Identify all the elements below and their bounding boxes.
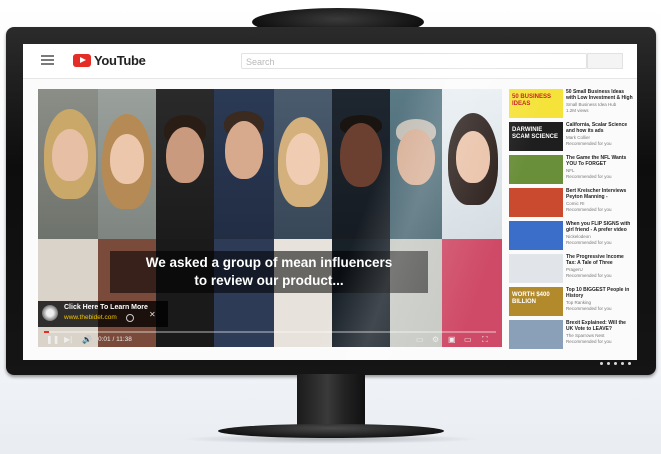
- video-meta: Recommended for you: [566, 141, 612, 146]
- video-channel: PragerU: [566, 267, 583, 272]
- ad-overlay-url[interactable]: www.thebidet.com: [64, 314, 117, 321]
- monitor-stand-base: [218, 424, 444, 438]
- search-button[interactable]: [587, 53, 623, 69]
- video-thumbnail[interactable]: WORTH $400 BILLION: [509, 287, 563, 316]
- logo-text: YouTube: [94, 53, 146, 68]
- hamburger-menu-icon[interactable]: [41, 55, 54, 65]
- recommended-video-item[interactable]: When you FLIP SIGNS with girl friend - A…: [509, 221, 633, 250]
- close-icon[interactable]: ✕: [149, 310, 156, 319]
- caption-line-2: to review our product...: [194, 273, 344, 288]
- video-thumbnail[interactable]: [509, 221, 563, 250]
- video-thumbnail[interactable]: 50 BUSINESS IDEAS: [509, 89, 563, 118]
- play-logo-icon: [73, 54, 91, 67]
- video-meta: Recommended for you: [566, 273, 612, 278]
- recommended-video-item[interactable]: Brexit Explained: Will the UK Vote to LE…: [509, 320, 633, 349]
- settings-gear-icon[interactable]: ⚙: [432, 335, 439, 345]
- video-thumbnail[interactable]: DARWINIE SCAM SCIENCE: [509, 122, 563, 151]
- thumbnail-text: DARWINIE SCAM SCIENCE: [512, 127, 559, 140]
- monitor-screen: YouTube Search We asked a group of mean …: [23, 44, 637, 360]
- advertiser-logo-icon: [42, 305, 58, 321]
- next-icon[interactable]: ▶|: [64, 335, 72, 345]
- video-channel: Top Ranking: [566, 300, 592, 305]
- video-meta: Recommended for you: [566, 240, 612, 245]
- pause-icon[interactable]: ❚❚: [46, 335, 59, 345]
- captions-icon[interactable]: ▭: [416, 335, 424, 345]
- progress-bar-fill: [44, 331, 49, 333]
- time-display: 0:01 / 11:38: [98, 336, 132, 343]
- search-input[interactable]: Search: [241, 53, 587, 69]
- video-title[interactable]: 50 Small Business Ideas with Low Investm…: [566, 89, 633, 101]
- video-channel: Small Business Idea Hub: [566, 102, 617, 107]
- video-meta: Recommended for you: [566, 174, 612, 179]
- theater-mode-icon[interactable]: ▭: [464, 335, 472, 345]
- video-channel: Comic RI: [566, 201, 585, 206]
- video-channel: Mark Collier: [566, 135, 591, 140]
- player-controls: ❚❚ ▶| 🔊 0:01 / 11:38 ▭ ⚙ ▣ ▭ ⛶: [38, 335, 502, 347]
- video-title[interactable]: The Progressive Income Tax: A Tale of Th…: [566, 254, 633, 266]
- recommended-video-item[interactable]: The Progressive Income Tax: A Tale of Th…: [509, 254, 633, 283]
- video-player[interactable]: We asked a group of mean influencers to …: [38, 89, 502, 347]
- info-icon[interactable]: [126, 314, 134, 322]
- recommended-videos-sidebar: 50 BUSINESS IDEAS 50 Small Business Ideas…: [509, 89, 633, 357]
- video-meta: Recommended for you: [566, 207, 612, 212]
- video-thumbnail[interactable]: [509, 188, 563, 217]
- recommended-video-item[interactable]: 50 BUSINESS IDEAS 50 Small Business Ideas…: [509, 89, 633, 118]
- video-title[interactable]: The Game the NFL Wants YOU To FORGET: [566, 155, 633, 167]
- video-frame-panel: [214, 89, 274, 347]
- video-frame-panel: [442, 89, 502, 347]
- youtube-header: YouTube Search: [23, 44, 637, 79]
- fullscreen-icon[interactable]: ⛶: [482, 335, 488, 345]
- recommended-video-item[interactable]: The Game the NFL Wants YOU To FORGET NFL R…: [509, 155, 633, 184]
- video-channel: The Sparrows Nest: [566, 333, 605, 338]
- video-frame-panel: [332, 89, 390, 347]
- monitor-stand-neck: [297, 374, 365, 426]
- ad-overlay-title[interactable]: Click Here To Learn More: [64, 304, 148, 311]
- video-thumbnail[interactable]: [509, 254, 563, 283]
- video-thumbnail[interactable]: [509, 155, 563, 184]
- video-frame-panel: [390, 89, 442, 347]
- video-title[interactable]: When you FLIP SIGNS with girl friend - A…: [566, 221, 633, 233]
- video-caption: We asked a group of mean influencers to …: [110, 251, 428, 293]
- miniplayer-icon[interactable]: ▣: [448, 335, 456, 345]
- youtube-logo[interactable]: YouTube: [73, 53, 146, 68]
- recommended-video-item[interactable]: Bert Kreischer Interviews Peyton Manning…: [509, 188, 633, 217]
- video-meta: 1.2M views: [566, 108, 589, 113]
- volume-icon[interactable]: 🔊: [82, 335, 92, 345]
- video-frame-panel: [274, 89, 332, 347]
- recommended-video-item[interactable]: DARWINIE SCAM SCIENCE California, Scalar …: [509, 122, 633, 151]
- ad-overlay[interactable]: Click Here To Learn More www.thebidet.co…: [38, 301, 168, 327]
- thumbnail-text: 50 BUSINESS IDEAS: [512, 94, 552, 107]
- video-channel: Nickelodeon: [566, 234, 591, 239]
- video-title[interactable]: Top 10 BIGGEST People in History: [566, 287, 633, 299]
- video-meta: Recommended for you: [566, 306, 612, 311]
- video-title[interactable]: California, Scalar Science and how its a…: [566, 122, 633, 134]
- recommended-video-item[interactable]: WORTH $400 BILLION Top 10 BIGGEST People …: [509, 287, 633, 316]
- monitor-indicator-lights: [600, 362, 631, 365]
- video-title[interactable]: Bert Kreischer Interviews Peyton Manning…: [566, 188, 633, 200]
- video-meta: Recommended for you: [566, 339, 612, 344]
- caption-line-1: We asked a group of mean influencers: [145, 255, 393, 270]
- thumbnail-text: WORTH $400 BILLION: [512, 292, 550, 305]
- video-title[interactable]: Brexit Explained: Will the UK Vote to LE…: [566, 320, 633, 332]
- progress-bar[interactable]: [44, 331, 496, 333]
- video-channel: NFL: [566, 168, 575, 173]
- video-thumbnail[interactable]: [509, 320, 563, 349]
